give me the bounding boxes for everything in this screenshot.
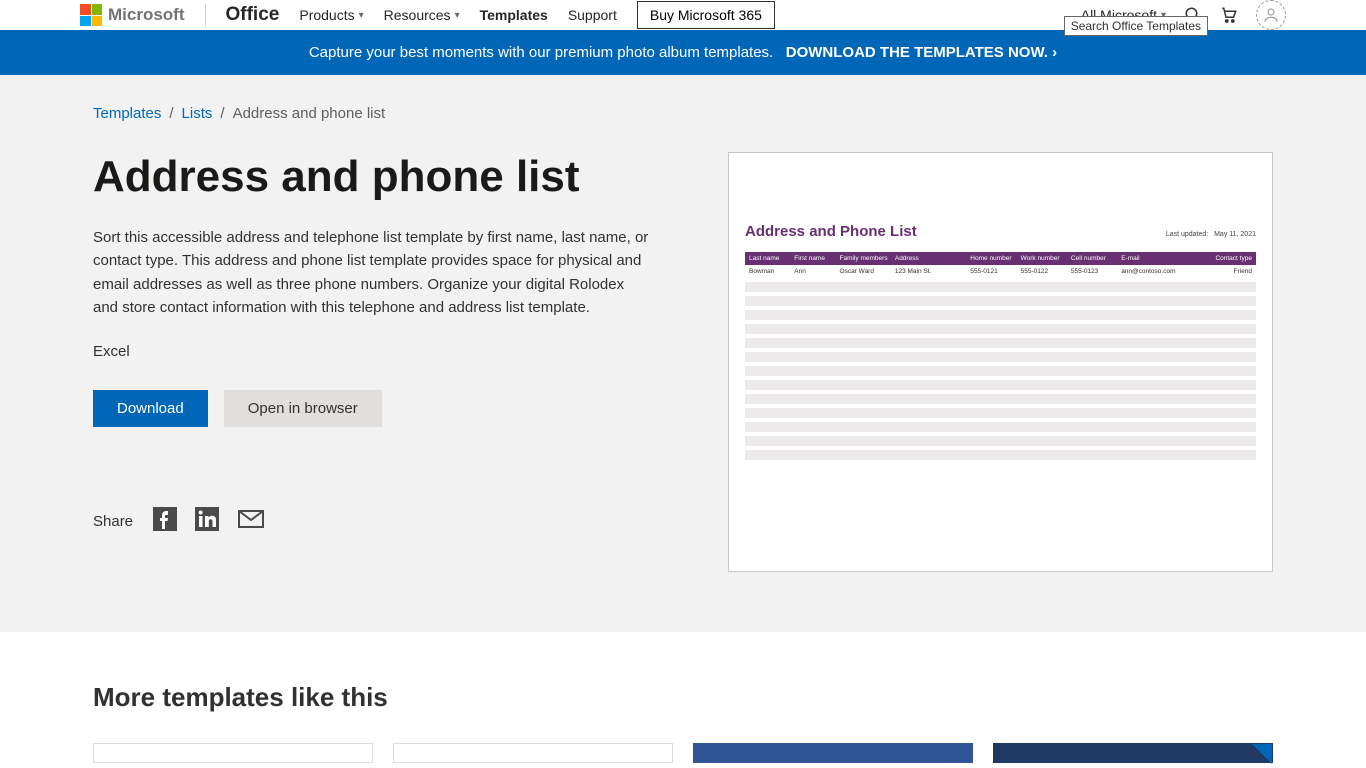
breadcrumb-templates[interactable]: Templates bbox=[93, 105, 161, 122]
preview-updated: Last updated: May 11, 2021 bbox=[1166, 231, 1256, 238]
template-card[interactable] bbox=[393, 743, 673, 763]
preview-empty-row bbox=[745, 394, 1256, 404]
template-card[interactable] bbox=[993, 743, 1273, 763]
breadcrumb-separator: / bbox=[220, 105, 224, 122]
share-linkedin-button[interactable] bbox=[195, 507, 219, 535]
template-detail-row: Address and phone list Sort this accessi… bbox=[93, 152, 1273, 572]
person-icon bbox=[1262, 6, 1280, 24]
share-label: Share bbox=[93, 513, 133, 530]
breadcrumbs: Templates / Lists / Address and phone li… bbox=[93, 105, 1273, 122]
cart-button[interactable] bbox=[1220, 6, 1238, 24]
microsoft-logo[interactable]: Microsoft bbox=[80, 4, 185, 26]
promo-text: Capture your best moments with our premi… bbox=[309, 44, 773, 61]
col-email: E-mail bbox=[1121, 255, 1196, 262]
preview-empty-row bbox=[745, 352, 1256, 362]
office-brand-link[interactable]: Office bbox=[226, 4, 280, 26]
breadcrumb-lists[interactable]: Lists bbox=[182, 105, 213, 122]
template-card[interactable] bbox=[693, 743, 973, 763]
col-address: Address bbox=[895, 255, 970, 262]
preview-empty-row bbox=[745, 338, 1256, 348]
template-title: Address and phone list bbox=[93, 152, 688, 202]
preview-empty-row bbox=[745, 282, 1256, 292]
chevron-down-icon: ▾ bbox=[359, 10, 364, 21]
col-contact-type: Contact type bbox=[1197, 255, 1252, 262]
nav-templates[interactable]: Templates bbox=[480, 7, 548, 23]
chevron-down-icon: ▾ bbox=[455, 10, 460, 21]
promo-cta: DOWNLOAD THE TEMPLATES NOW. › bbox=[786, 44, 1057, 61]
share-email-button[interactable] bbox=[237, 507, 265, 535]
preview-empty-row bbox=[745, 310, 1256, 320]
linkedin-icon bbox=[195, 507, 219, 531]
search-tooltip: Search Office Templates bbox=[1064, 16, 1208, 36]
preview-empty-row bbox=[745, 422, 1256, 432]
preview-empty-row bbox=[745, 296, 1256, 306]
open-in-browser-button[interactable]: Open in browser bbox=[224, 390, 382, 427]
breadcrumb-current: Address and phone list bbox=[233, 105, 386, 122]
preview-empty-row bbox=[745, 366, 1256, 376]
download-button[interactable]: Download bbox=[93, 390, 208, 427]
microsoft-logo-icon bbox=[80, 4, 102, 26]
template-preview: Address and Phone List Last updated: May… bbox=[728, 152, 1273, 572]
nav-divider bbox=[205, 4, 206, 26]
facebook-icon bbox=[153, 507, 177, 531]
nav-support[interactable]: Support bbox=[568, 7, 617, 23]
template-card[interactable] bbox=[93, 743, 373, 763]
share-row: Share bbox=[93, 507, 688, 535]
share-facebook-button[interactable] bbox=[153, 507, 177, 535]
preview-title: Address and Phone List bbox=[745, 223, 917, 240]
microsoft-brand-text: Microsoft bbox=[108, 5, 185, 25]
promo-banner[interactable]: Capture your best moments with our premi… bbox=[0, 30, 1366, 75]
col-work: Work number bbox=[1021, 255, 1071, 262]
col-family: Family members bbox=[840, 255, 895, 262]
buy-microsoft-365-button[interactable]: Buy Microsoft 365 bbox=[637, 1, 775, 29]
col-last-name: Last name bbox=[749, 255, 794, 262]
template-app-label: Excel bbox=[93, 343, 688, 360]
col-first-name: First name bbox=[794, 255, 839, 262]
col-home: Home number bbox=[970, 255, 1020, 262]
template-cards bbox=[93, 743, 1273, 763]
mail-icon bbox=[237, 507, 265, 531]
preview-empty-row bbox=[745, 436, 1256, 446]
preview-table-header: Last name First name Family members Addr… bbox=[745, 252, 1256, 265]
promo-cta-label: DOWNLOAD THE TEMPLATES NOW. bbox=[786, 44, 1048, 61]
page-body: Templates / Lists / Address and phone li… bbox=[0, 75, 1366, 632]
preview-empty-row bbox=[745, 408, 1256, 418]
preview-table-row: Bowman Ann Oscar Ward 123 Main St. 555-0… bbox=[745, 265, 1256, 278]
sign-in-button[interactable] bbox=[1256, 0, 1286, 30]
nav-resources-label: Resources bbox=[384, 7, 451, 23]
cart-icon bbox=[1220, 6, 1238, 24]
preview-empty-row bbox=[745, 380, 1256, 390]
col-cell: Cell number bbox=[1071, 255, 1121, 262]
breadcrumb-separator: / bbox=[169, 105, 173, 122]
nav-resources[interactable]: Resources ▾ bbox=[384, 7, 460, 23]
more-templates-title: More templates like this bbox=[93, 682, 1273, 713]
nav-products-label: Products bbox=[299, 7, 354, 23]
preview-empty-row bbox=[745, 450, 1256, 460]
more-templates-section: More templates like this bbox=[0, 632, 1366, 763]
preview-empty-row bbox=[745, 324, 1256, 334]
template-description: Sort this accessible address and telepho… bbox=[93, 226, 653, 319]
nav-products[interactable]: Products ▾ bbox=[299, 7, 363, 23]
top-nav: Microsoft Office Products ▾ Resources ▾ Te… bbox=[0, 0, 1366, 30]
